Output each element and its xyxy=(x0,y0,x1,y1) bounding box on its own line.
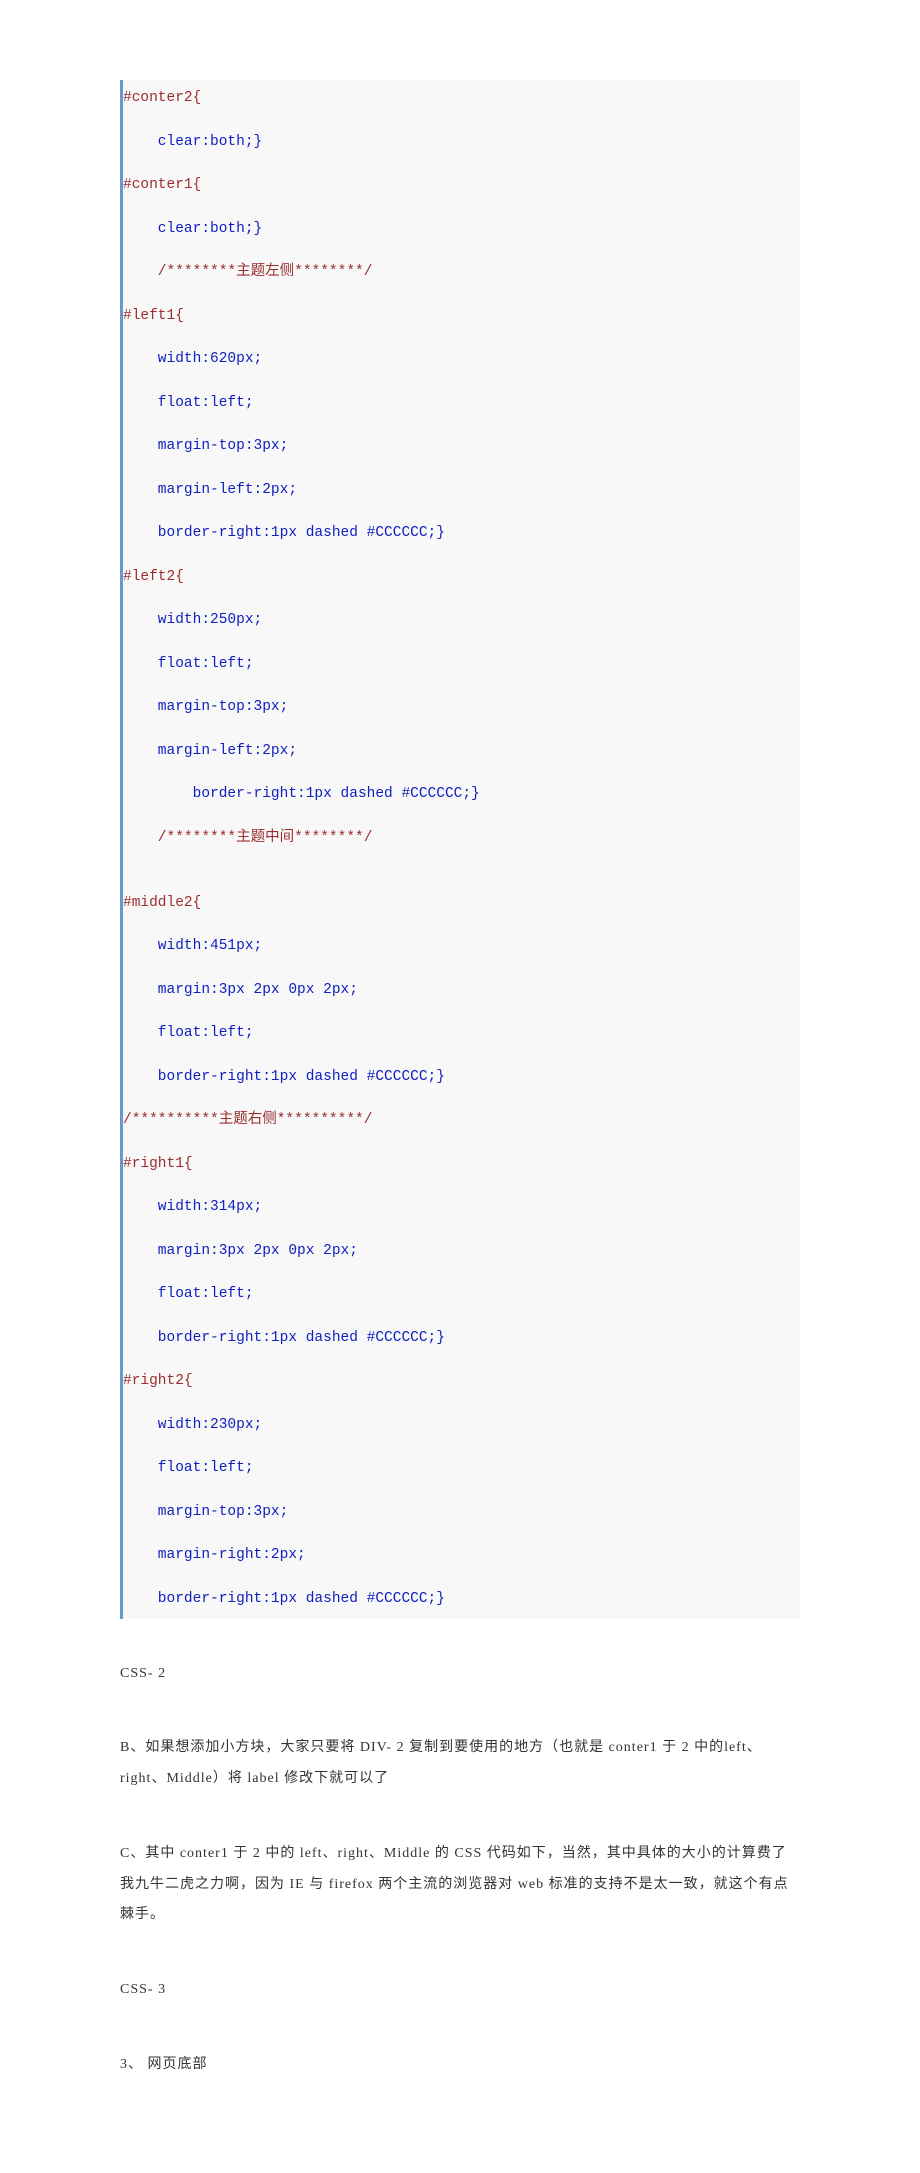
code-line: /**********主题右侧**********/ xyxy=(123,1112,372,1128)
code-line: border-right:1px dashed #CCCCCC;} xyxy=(123,1069,445,1085)
code-line: float:left; xyxy=(123,395,254,411)
code-line: border-right:1px dashed #CCCCCC;} xyxy=(123,1591,445,1607)
code-line: #right2{ xyxy=(123,1373,193,1389)
code-line: /********主题左侧********/ xyxy=(123,264,372,280)
code-line: /********主题中间********/ xyxy=(123,830,372,846)
code-line: #conter1{ xyxy=(123,177,201,193)
code-line: border-right:1px dashed #CCCCCC;} xyxy=(123,1330,445,1346)
code-line: #conter2{ xyxy=(123,90,201,106)
css-code-block: #conter2{ clear:both;} #conter1{ clear:b… xyxy=(120,80,800,1619)
code-line: margin-left:2px; xyxy=(123,743,297,759)
code-line: width:451px; xyxy=(123,938,262,954)
label-css-2: CSS- 2 xyxy=(120,1659,800,1690)
code-line: float:left; xyxy=(123,1286,254,1302)
label-css-3: CSS- 3 xyxy=(120,1975,800,2006)
code-line: margin-top:3px; xyxy=(123,438,288,454)
code-line: margin-top:3px; xyxy=(123,699,288,715)
code-line: clear:both;} xyxy=(123,221,262,237)
code-line: float:left; xyxy=(123,1025,254,1041)
code-line: border-right:1px dashed #CCCCCC;} xyxy=(123,525,445,541)
code-line: width:250px; xyxy=(123,612,262,628)
code-line: float:left; xyxy=(123,656,254,672)
code-line: border-right:1px dashed #CCCCCC;} xyxy=(123,786,480,802)
footer-section-heading: 3、 网页底部 xyxy=(120,2050,800,2081)
code-line: #left2{ xyxy=(123,569,184,585)
code-line: #left1{ xyxy=(123,308,184,324)
code-line: float:left; xyxy=(123,1460,254,1476)
code-line: margin-right:2px; xyxy=(123,1547,306,1563)
code-line: clear:both;} xyxy=(123,134,262,150)
code-line: margin:3px 2px 0px 2px; xyxy=(123,1243,358,1259)
paragraph-c: C、其中 conter1 于 2 中的 left、right、Middle 的 … xyxy=(120,1839,800,1931)
code-line: margin-top:3px; xyxy=(123,1504,288,1520)
code-line: #middle2{ xyxy=(123,895,201,911)
code-line: margin:3px 2px 0px 2px; xyxy=(123,982,358,998)
code-line: #right1{ xyxy=(123,1156,193,1172)
code-line: margin-left:2px; xyxy=(123,482,297,498)
paragraph-b: B、如果想添加小方块，大家只要将 DIV- 2 复制到要使用的地方（也就是 co… xyxy=(120,1733,800,1795)
code-line: width:620px; xyxy=(123,351,262,367)
code-line: width:314px; xyxy=(123,1199,262,1215)
code-line: width:230px; xyxy=(123,1417,262,1433)
